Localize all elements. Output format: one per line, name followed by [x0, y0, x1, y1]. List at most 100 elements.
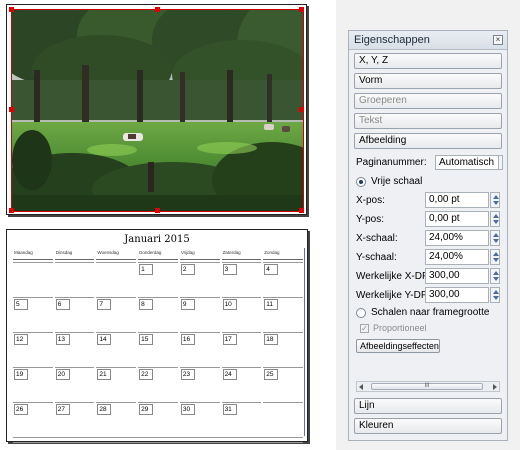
ydpi-spinner[interactable]	[490, 287, 500, 303]
calendar-day-cell: 28	[96, 402, 137, 435]
scroll-right-icon[interactable]	[493, 384, 497, 390]
proportional-label: Proportioneel	[373, 323, 427, 333]
calendar-day-number: 22	[139, 369, 154, 380]
calendar-day-number: 12	[14, 334, 28, 345]
calendar-day-cell: 22	[138, 367, 178, 400]
resize-handle-right[interactable]	[299, 107, 304, 112]
calendar-day-cell: 11	[263, 297, 303, 330]
calendar-day-cell: 19	[13, 367, 53, 400]
xscale-label: X-schaal:	[356, 233, 398, 244]
calendar-day-cell	[13, 262, 53, 295]
scroll-left-icon[interactable]	[359, 384, 363, 390]
section-text[interactable]: Tekst	[354, 113, 502, 129]
calendar-bottom-strip	[13, 437, 303, 443]
scroll-thumb[interactable]: III	[371, 383, 483, 390]
calendar-day-cell: 31	[221, 402, 262, 435]
panel-title: Eigenschappen	[354, 34, 430, 46]
calendar-day-cell: 5	[13, 297, 53, 330]
image-effects-button[interactable]: Afbeeldingseffecten	[356, 339, 440, 353]
calendar-day-cell: 16	[179, 332, 220, 365]
section-image[interactable]: Afbeelding	[354, 133, 502, 149]
resize-handle-left[interactable]	[9, 107, 14, 112]
ydpi-input[interactable]: 300,00	[425, 287, 489, 303]
xpos-label: X-pos:	[356, 195, 385, 206]
weekday-header: Zondag	[263, 250, 303, 260]
xdpi-spinner[interactable]	[490, 268, 500, 284]
page-number-dropdown[interactable]	[499, 155, 503, 170]
calendar-day-cell: 6	[54, 297, 95, 330]
calendar-day-number: 11	[264, 299, 279, 310]
resize-handle-bottom-right[interactable]	[299, 208, 304, 213]
section-shape[interactable]: Vorm	[354, 73, 502, 89]
landscape-image-frame[interactable]	[11, 9, 304, 212]
section-colors[interactable]: Kleuren	[354, 418, 502, 434]
calendar-day-number: 16	[180, 334, 195, 345]
calendar-day-cell: 29	[138, 402, 178, 435]
section-xyz[interactable]: X, Y, Z	[354, 53, 502, 69]
calendar-day-cell: 23	[179, 367, 220, 400]
proportional-checkbox[interactable]: ✓	[360, 324, 369, 333]
calendar-day-number: 9	[180, 299, 195, 310]
calendar-day-number: 2	[180, 264, 195, 275]
xpos-input[interactable]: 0,00 pt	[425, 192, 489, 208]
resize-handle-bottom-left[interactable]	[9, 208, 14, 213]
scale-to-frame-radio[interactable]	[356, 308, 366, 318]
calendar-day-number: 24	[222, 369, 237, 380]
xpos-spinner[interactable]	[490, 192, 500, 208]
xscale-input[interactable]: 24,00%	[425, 230, 489, 246]
yscale-spinner[interactable]	[490, 249, 500, 265]
xscale-spinner[interactable]	[490, 230, 500, 246]
yscale-input[interactable]: 24,00%	[425, 249, 489, 265]
calendar-day-cell	[54, 262, 95, 295]
calendar-day-cell: 24	[221, 367, 262, 400]
resize-handle-bottom[interactable]	[155, 208, 160, 213]
calendar-day-cell: 12	[13, 332, 53, 365]
weekday-header: Woensdag	[96, 250, 137, 260]
calendar-day-number: 14	[97, 334, 112, 345]
calendar-day-number: 28	[97, 404, 112, 415]
free-scale-label: Vrije schaal	[371, 176, 423, 187]
calendar-day-cell: 27	[54, 402, 95, 435]
resize-handle-top-left[interactable]	[9, 7, 14, 12]
panel-horizontal-scrollbar[interactable]: III	[356, 381, 500, 392]
page-number-select[interactable]: Automatisch	[435, 155, 499, 170]
calendar-day-cell: 20	[54, 367, 95, 400]
calendar-day-cell: 17	[221, 332, 262, 365]
ypos-input[interactable]: 0,00 pt	[425, 211, 489, 227]
resize-handle-top[interactable]	[155, 7, 160, 12]
calendar-day-number: 3	[222, 264, 237, 275]
calendar-day-cell: 2	[179, 262, 220, 295]
calendar-title: Januari 2015	[124, 234, 190, 245]
calendar-day-number: 21	[97, 369, 112, 380]
xdpi-input[interactable]: 300,00	[425, 268, 489, 284]
scale-to-frame-label: Schalen naar framegrootte	[371, 307, 490, 318]
calendar-day-number: 23	[180, 369, 195, 380]
calendar-day-number: 1	[139, 264, 154, 275]
calendar-day-cell: 18	[263, 332, 303, 365]
weekday-header: Vrijdag	[179, 250, 220, 260]
calendar-day-cell: 1	[138, 262, 178, 295]
free-scale-radio[interactable]	[356, 177, 366, 187]
section-line[interactable]: Lijn	[354, 398, 502, 414]
close-icon[interactable]: ×	[493, 35, 503, 45]
calendar-grid: Maandag Dinsdag Woensdag Donderdag Vrijdag Za…	[13, 248, 305, 443]
calendar-day-cell: 25	[263, 367, 303, 400]
calendar-day-number: 4	[264, 264, 279, 275]
calendar-day-number: 5	[14, 299, 28, 310]
calendar-page: Januari 2015 Maandag Dinsdag Woensdag Donde…	[6, 229, 308, 443]
calendar-day-number: 29	[139, 404, 154, 415]
properties-panel: Eigenschappen × X, Y, Z Vorm Groeperen T…	[348, 30, 508, 441]
resize-handle-top-right[interactable]	[299, 7, 304, 12]
calendar-day-cell: 4	[263, 262, 303, 295]
calendar-day-cell: 9	[179, 297, 220, 330]
ypos-spinner[interactable]	[490, 211, 500, 227]
weekday-header: Maandag	[13, 250, 53, 260]
calendar-day-number: 20	[55, 369, 70, 380]
page-number-label: Paginanummer:	[356, 157, 427, 168]
weekday-header: Dinsdag	[54, 250, 95, 260]
calendar-day-cell: 21	[96, 367, 137, 400]
calendar-day-cell: 15	[138, 332, 178, 365]
calendar-day-number: 19	[14, 369, 28, 380]
calendar-day-number: 26	[14, 404, 28, 415]
section-group[interactable]: Groeperen	[354, 93, 502, 109]
